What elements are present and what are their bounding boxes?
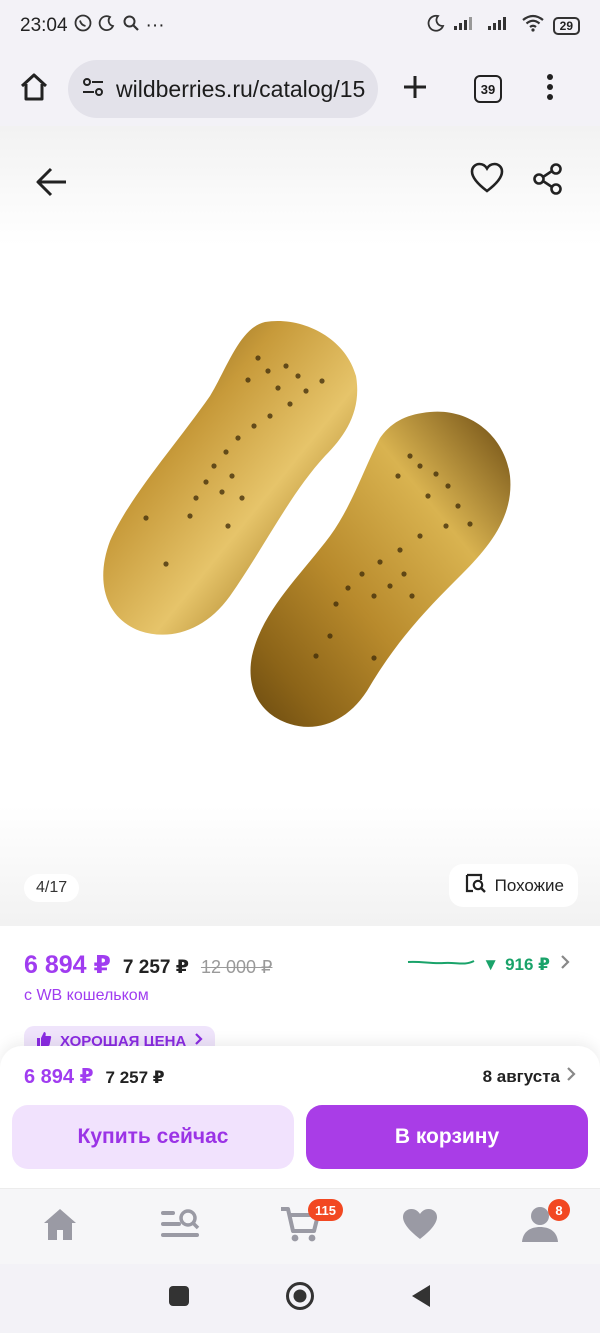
buy-now-button[interactable]: Купить сейчас [12,1105,294,1169]
similar-search-icon [463,872,487,899]
status-right: 29 [427,14,580,38]
browser-toolbar: wildberries.ru/catalog/15 39 [0,52,600,126]
buy-panel-price-without-wallet: 7 257 ₽ [105,1068,165,1087]
image-counter: 4/17 [24,874,80,902]
signal-icon [453,15,479,37]
similar-label[interactable]: Похожие [495,876,564,896]
status-left: 23:04 ··· [20,14,165,38]
product-gallery[interactable]: 4/17 Похожие [0,126,600,926]
add-to-cart-button[interactable]: В корзину [306,1105,588,1169]
recent-apps-icon[interactable] [168,1285,190,1312]
price-without-wallet: 7 257 ₽ [122,957,189,978]
price-history-link[interactable]: ▼ 916 ₽ [406,954,570,975]
url-text[interactable]: wildberries.ru/catalog/15 [116,76,365,103]
nav-home[interactable] [0,1189,120,1264]
bottom-navigation: 115 8 [0,1188,600,1264]
wallet-note[interactable]: с WB кошельком [24,987,149,1005]
heart-icon [401,1207,439,1246]
price-drop-value: 916 ₽ [505,954,550,974]
more-notifications-icon: ··· [145,15,165,36]
moon-alarm-icon [98,14,116,38]
similar-products-button[interactable]: Похожие [448,864,578,907]
delivery-date: 8 августа [482,1066,560,1086]
status-time: 23:04 [20,15,68,36]
price-main: 6 894 ₽ [24,951,111,979]
buy-panel-price-main: 6 894 ₽ [24,1066,94,1088]
home-circle-icon[interactable] [285,1281,315,1316]
signal-icon-2 [487,15,513,37]
search-icon [122,14,140,38]
chevron-right-icon [560,954,570,975]
buy-panel-price: 6 894 ₽ 7 257 ₽ [24,1064,165,1089]
back-triangle-icon[interactable] [410,1284,432,1313]
chevron-right-icon [566,1066,576,1087]
delivery-date-link[interactable]: 8 августа [483,1066,576,1087]
profile-count-badge: 8 [548,1199,570,1221]
price-old: 12 000 ₽ [200,957,273,977]
menu-dots-icon[interactable] [546,73,554,106]
battery-indicator: 29 [552,17,580,35]
dnd-moon-icon [427,14,445,38]
nav-cart[interactable]: 115 [240,1189,360,1264]
cart-count-badge: 115 [308,1199,343,1221]
home-icon [41,1206,79,1247]
system-navigation [0,1264,600,1333]
nav-favorites[interactable] [360,1189,480,1264]
nav-profile[interactable]: 8 [480,1189,600,1264]
address-bar[interactable]: wildberries.ru/catalog/15 [68,60,378,118]
product-image[interactable] [0,126,600,926]
new-tab-icon[interactable] [400,72,430,107]
buy-panel: 6 894 ₽ 7 257 ₽ 8 августа Купить сейчас … [0,1046,600,1188]
whatsapp-icon [74,14,92,38]
home-icon[interactable] [16,69,52,110]
site-settings-icon[interactable] [80,74,106,105]
price-history-sparkline [406,955,476,975]
nav-catalog[interactable] [120,1189,240,1264]
wifi-icon [521,14,545,38]
catalog-search-icon [159,1207,201,1246]
status-bar: 23:04 ··· 29 [0,0,600,52]
tab-switcher-button[interactable]: 39 [474,75,502,103]
price-drop-arrow-icon: ▼ [482,954,500,974]
